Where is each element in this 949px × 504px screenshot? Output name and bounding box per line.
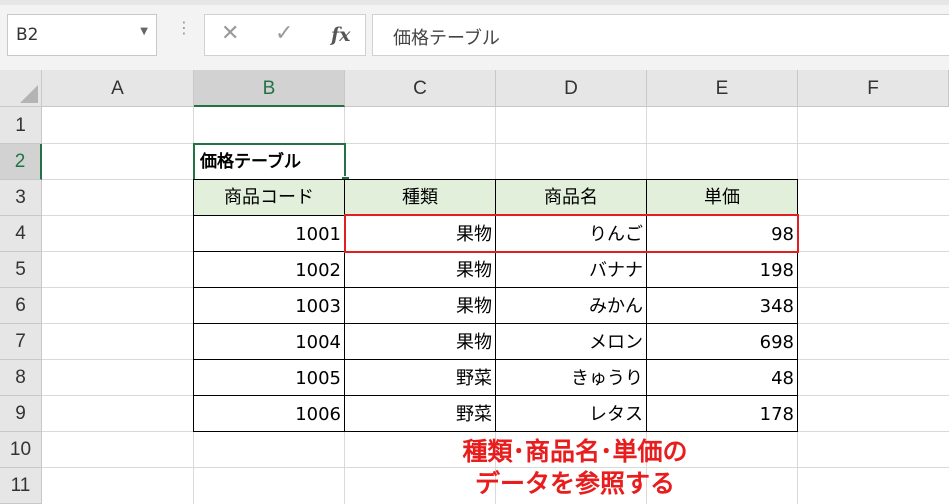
- table-cell[interactable]: メロン: [495, 323, 647, 360]
- row-header-3[interactable]: 3: [0, 180, 42, 216]
- table-header[interactable]: 単価: [646, 179, 798, 216]
- table-cell[interactable]: レタス: [495, 395, 647, 432]
- row-header-4[interactable]: 4: [0, 216, 42, 252]
- column-header-c[interactable]: C: [345, 70, 496, 107]
- column-header-d[interactable]: D: [496, 70, 647, 107]
- column-header-a[interactable]: A: [42, 70, 194, 107]
- table-cell[interactable]: みかん: [495, 287, 647, 324]
- annotation-line-1: 種類･商品名･単価の: [462, 437, 688, 466]
- table-cell[interactable]: 果物: [344, 323, 496, 360]
- row-header-7[interactable]: 7: [0, 324, 42, 360]
- row-header-1[interactable]: 1: [0, 107, 42, 144]
- name-box[interactable]: B2 ▼: [7, 14, 157, 56]
- table-cell[interactable]: 野菜: [344, 395, 496, 432]
- annotation-text: 種類･商品名･単価の データを参照する: [400, 436, 750, 500]
- table-cell[interactable]: 348: [646, 287, 798, 324]
- table-cell[interactable]: 果物: [344, 287, 496, 324]
- highlight-box: [344, 214, 799, 253]
- row-header-6[interactable]: 6: [0, 288, 42, 324]
- annotation-line-2: データを参照する: [474, 469, 675, 498]
- formula-input[interactable]: 価格テーブル: [372, 14, 949, 56]
- table-cell[interactable]: バナナ: [495, 251, 647, 288]
- column-header-e[interactable]: E: [647, 70, 798, 107]
- name-box-value: B2: [16, 25, 39, 45]
- table-cell[interactable]: 1003: [193, 287, 345, 324]
- row-header-11[interactable]: 11: [0, 468, 42, 504]
- row-header-9[interactable]: 9: [0, 396, 42, 432]
- row-header-5[interactable]: 5: [0, 252, 42, 288]
- table-header[interactable]: 商品名: [495, 179, 647, 216]
- table-cell[interactable]: きゅうり: [495, 359, 647, 396]
- row-header-2[interactable]: 2: [0, 144, 42, 180]
- row-header-10[interactable]: 10: [0, 432, 42, 468]
- table-header[interactable]: 種類: [344, 179, 496, 216]
- table-cell[interactable]: 1002: [193, 251, 345, 288]
- table-header[interactable]: 商品コード: [193, 179, 345, 216]
- select-all-icon: [20, 85, 38, 103]
- active-cell-b2[interactable]: 価格テーブル: [193, 143, 346, 181]
- table-cell[interactable]: 1005: [193, 359, 345, 396]
- table-cell[interactable]: 1001: [193, 215, 345, 252]
- table-cell[interactable]: 698: [646, 323, 798, 360]
- formula-bar: B2 ▼ ⋮ ✕ ✓ fx 価格テーブル: [0, 0, 949, 71]
- enter-icon[interactable]: ✓: [275, 21, 293, 46]
- table-cell[interactable]: 48: [646, 359, 798, 396]
- select-all-button[interactable]: [0, 70, 42, 107]
- table-cell[interactable]: 1004: [193, 323, 345, 360]
- table-cell[interactable]: 野菜: [344, 359, 496, 396]
- row-header-8[interactable]: 8: [0, 360, 42, 396]
- column-header-b[interactable]: B: [194, 70, 345, 107]
- drag-handle-icon[interactable]: ⋮: [176, 20, 192, 36]
- gridline: [42, 143, 949, 144]
- chevron-down-icon[interactable]: ▼: [140, 26, 148, 37]
- column-header-f[interactable]: F: [798, 70, 949, 107]
- table-cell[interactable]: 198: [646, 251, 798, 288]
- ribbon-edge: [0, 0, 949, 5]
- table-cell[interactable]: 178: [646, 395, 798, 432]
- formula-buttons: ✕ ✓ fx: [204, 14, 366, 56]
- insert-function-icon[interactable]: fx: [331, 24, 351, 46]
- cancel-icon[interactable]: ✕: [221, 21, 239, 46]
- table-cell[interactable]: 果物: [344, 251, 496, 288]
- table-cell[interactable]: 1006: [193, 395, 345, 432]
- formula-text: 価格テーブル: [393, 28, 500, 49]
